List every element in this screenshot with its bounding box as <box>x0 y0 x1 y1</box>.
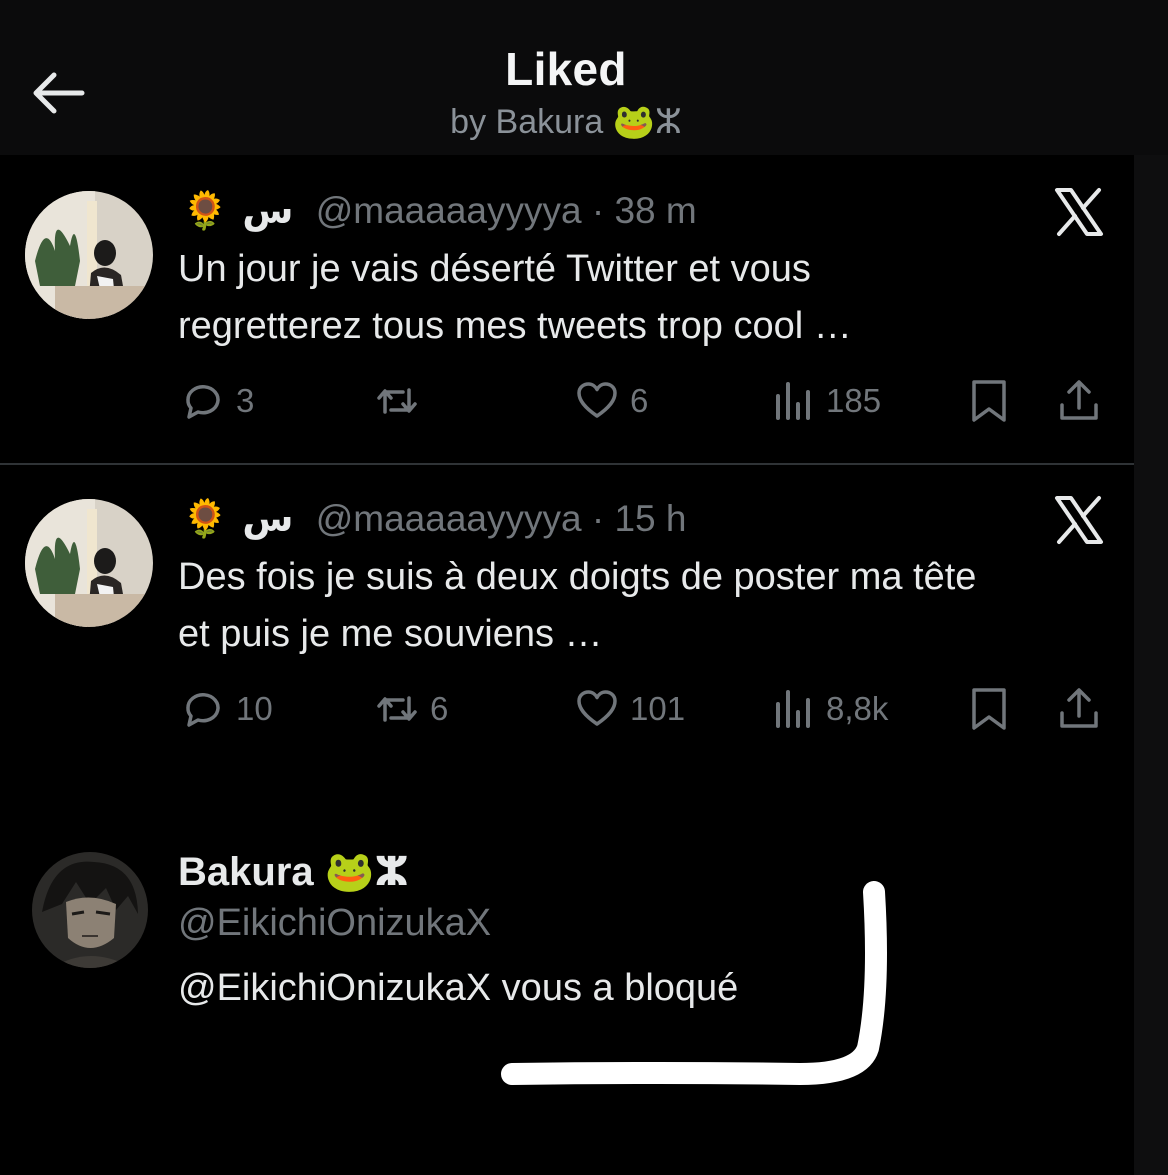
tweet-text-line: regretterez tous mes tweets trop cool … <box>178 305 852 347</box>
scroll-edge <box>1134 155 1168 1175</box>
blocked-message: @EikichiOnizukaX vous a bloqué <box>178 967 739 1009</box>
page-subtitle: by Bakura 🐸ⵣ <box>0 102 1132 142</box>
tweet-actions: 3 6 185 <box>0 376 1134 426</box>
tweet-time[interactable]: 38 m <box>614 190 696 231</box>
blocked-user-name-suffix: ⵣ <box>374 850 409 894</box>
retweet-button[interactable] <box>374 376 430 426</box>
tweet-meta: 🌻 س @maaaaayyyya · 15 h <box>182 497 686 541</box>
meta-separator: · <box>591 190 605 231</box>
views-button[interactable]: 185 <box>770 376 881 426</box>
blocked-user-name: Bakura 🐸ⵣ <box>178 848 409 895</box>
blocked-user-avatar[interactable] <box>32 852 148 968</box>
tweet[interactable]: 🌻 س @maaaaayyyya · 15 h Des fois je suis… <box>0 465 1134 765</box>
tweet-actions: 10 6 101 8,8k <box>0 684 1134 734</box>
retweet-count: 6 <box>430 690 449 727</box>
sunflower-emoji: 🌻 <box>182 497 229 540</box>
share-icon <box>1060 688 1098 728</box>
bookmark-icon <box>972 380 1006 422</box>
reply-button[interactable]: 10 <box>180 684 273 734</box>
retweet-button[interactable]: 6 <box>374 684 448 734</box>
tweet-time[interactable]: 15 h <box>614 498 686 539</box>
bookmark-button[interactable] <box>966 376 1022 426</box>
share-icon <box>1060 380 1098 420</box>
views-icon <box>776 382 810 420</box>
tweet-text-line: et puis je me souviens … <box>178 613 603 655</box>
like-count: 6 <box>630 382 649 419</box>
frog-emoji: 🐸 <box>324 849 375 895</box>
views-count: 185 <box>826 382 882 419</box>
sunflower-emoji: 🌻 <box>182 189 229 232</box>
x-logo-icon[interactable] <box>1052 185 1106 239</box>
reply-count: 10 <box>236 690 273 727</box>
views-icon <box>776 690 810 728</box>
subtitle-prefix: by Bakura <box>450 103 613 141</box>
like-icon <box>577 382 617 418</box>
author-handle[interactable]: @maaaaayyyya <box>316 190 582 231</box>
bookmark-button[interactable] <box>966 684 1022 734</box>
tweet-text: Un jour je vais déserté Twitter et vous … <box>178 241 1108 355</box>
reply-icon <box>186 385 220 419</box>
x-logo-icon[interactable] <box>1052 493 1106 547</box>
reply-button[interactable]: 3 <box>180 376 254 426</box>
avatar[interactable] <box>25 499 153 627</box>
avatar-image <box>32 852 148 968</box>
reply-icon <box>186 693 220 727</box>
views-button[interactable]: 8,8k <box>770 684 888 734</box>
tweet-text-line: Un jour je vais déserté Twitter et vous <box>178 248 811 290</box>
like-button[interactable]: 101 <box>574 684 685 734</box>
tweet[interactable]: 🌻 س @maaaaayyyya · 38 m Un jour je vais … <box>0 155 1134 463</box>
header: Liked by Bakura 🐸ⵣ <box>0 0 1168 155</box>
avatar[interactable] <box>25 191 153 319</box>
retweet-icon <box>377 696 417 722</box>
retweet-icon <box>377 388 417 414</box>
subtitle-suffix: ⵣ <box>655 103 682 141</box>
blocked-user-name-text: Bakura <box>178 850 325 894</box>
views-count: 8,8k <box>826 690 889 727</box>
like-count: 101 <box>630 690 686 727</box>
author-name[interactable]: س <box>242 190 293 231</box>
share-button[interactable] <box>1056 376 1112 426</box>
blocked-user-handle[interactable]: @EikichiOnizukaX <box>178 902 491 945</box>
bookmark-icon <box>972 688 1006 730</box>
tweet-text: Des fois je suis à deux doigts de poster… <box>178 549 1108 663</box>
tweet-text-line: Des fois je suis à deux doigts de poster… <box>178 556 977 598</box>
author-handle[interactable]: @maaaaayyyya <box>316 498 582 539</box>
like-button[interactable]: 6 <box>574 376 648 426</box>
share-button[interactable] <box>1056 684 1112 734</box>
author-name[interactable]: س <box>242 498 293 539</box>
avatar-image <box>25 499 153 627</box>
tweet-meta: 🌻 س @maaaaayyyya · 38 m <box>182 189 697 233</box>
reply-count: 3 <box>236 382 255 419</box>
like-icon <box>577 690 617 726</box>
frog-emoji: 🐸 <box>612 102 656 142</box>
avatar-image <box>25 191 153 319</box>
meta-separator: · <box>591 498 605 539</box>
page-title: Liked <box>505 43 627 95</box>
